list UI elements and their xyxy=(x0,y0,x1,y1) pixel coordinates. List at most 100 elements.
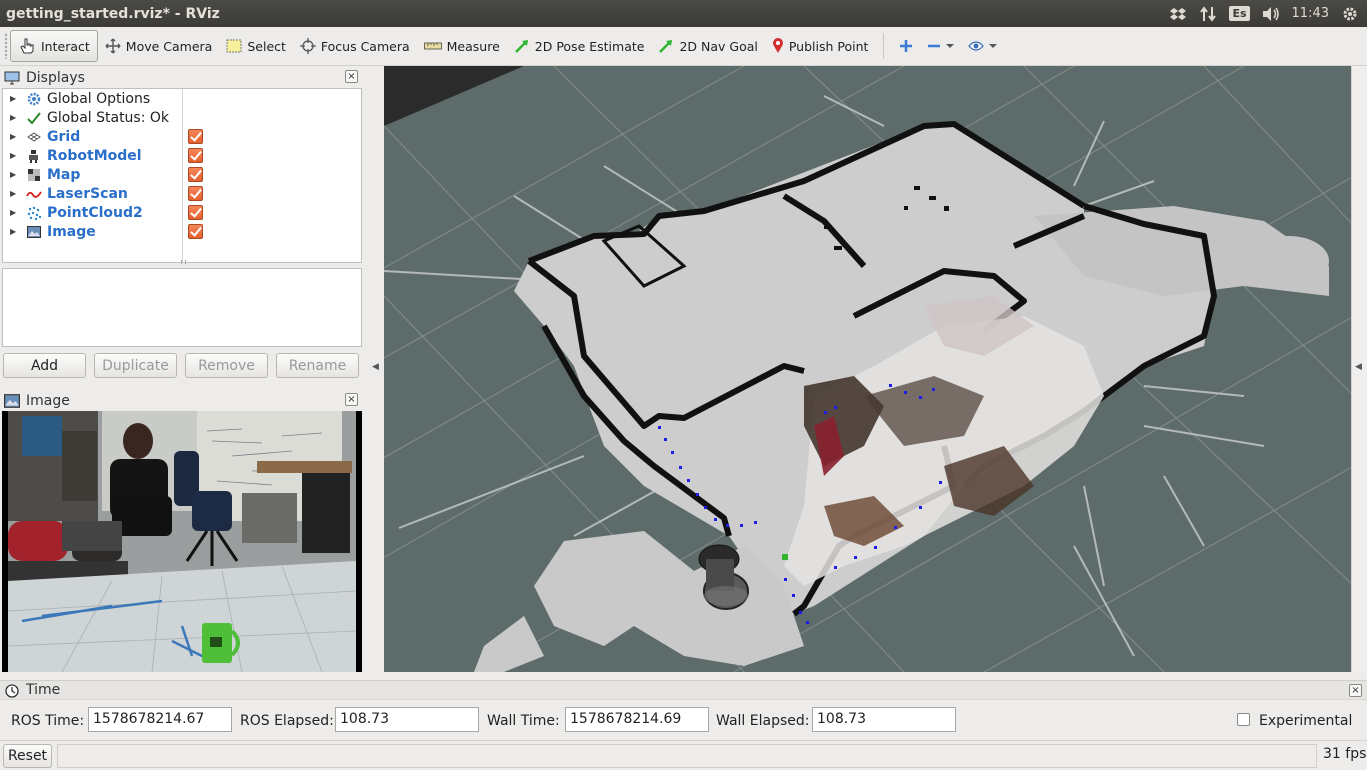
time-panel-title: Time xyxy=(26,682,61,698)
interact-tool-button[interactable]: Interact xyxy=(10,30,98,62)
wall-elapsed-field[interactable]: 108.73 xyxy=(812,707,956,732)
gear-icon xyxy=(26,92,42,106)
toolbar: Interact Move Camera Select Focus Camera… xyxy=(0,27,1367,66)
pose-estimate-tool-button[interactable]: 2D Pose Estimate xyxy=(507,30,652,62)
expand-arrow-icon[interactable]: ▶ xyxy=(10,94,18,103)
robot-icon xyxy=(26,149,42,163)
nav-goal-tool-button[interactable]: 2D Nav Goal xyxy=(651,30,764,62)
select-tool-button[interactable]: Select xyxy=(219,30,293,62)
splitter-handle[interactable] xyxy=(181,260,186,264)
pointcloud2-enabled-checkbox[interactable] xyxy=(188,205,203,220)
minus-icon xyxy=(928,44,941,48)
duplicate-display-button[interactable]: Duplicate xyxy=(94,353,177,378)
expand-arrow-icon[interactable]: ▶ xyxy=(10,170,18,179)
tree-item-image[interactable]: ▶ Image xyxy=(3,222,361,241)
expand-arrow-icon[interactable]: ▶ xyxy=(10,208,18,217)
ros-time-field[interactable]: 1578678214.67 xyxy=(88,707,232,732)
reset-button[interactable]: Reset xyxy=(3,744,52,768)
add-tool-button[interactable] xyxy=(892,30,920,62)
ros-elapsed-field[interactable]: 108.73 xyxy=(335,707,479,732)
select-tool-label: Select xyxy=(247,38,286,54)
image-panel-close-button[interactable]: × xyxy=(345,393,358,406)
monitor-icon xyxy=(4,71,20,84)
hand-pointer-icon xyxy=(20,38,34,54)
tree-item-robotmodel[interactable]: ▶ RobotModel xyxy=(3,146,361,165)
tree-item-label: Map xyxy=(47,166,81,183)
tree-item-laserscan[interactable]: ▶ LaserScan xyxy=(3,184,361,203)
system-tray: Es 11:43 xyxy=(1169,0,1359,27)
image-enabled-checkbox[interactable] xyxy=(188,224,203,239)
move-camera-tool-label: Move Camera xyxy=(125,38,213,54)
experimental-label: Experimental xyxy=(1259,713,1353,729)
fps-readout: 31 fps xyxy=(1323,746,1367,762)
tree-item-grid[interactable]: ▶ Grid xyxy=(3,127,361,146)
rename-display-button[interactable]: Rename xyxy=(276,353,359,378)
wall-time-field[interactable]: 1578678214.69 xyxy=(565,707,709,732)
tree-item-pointcloud2[interactable]: ▶ PointCloud2 xyxy=(3,203,361,222)
collapse-left-panel-arrow-icon[interactable]: ◀ xyxy=(372,362,379,372)
expand-arrow-icon[interactable]: ▶ xyxy=(10,113,18,122)
display-properties-area xyxy=(2,268,362,347)
tree-item-label: Global Status: Ok xyxy=(47,109,170,126)
camera-image-view xyxy=(2,411,362,672)
tree-item-label: LaserScan xyxy=(47,185,128,202)
volume-icon[interactable] xyxy=(1262,5,1280,23)
publish-point-tool-button[interactable]: Publish Point xyxy=(765,30,876,62)
tree-item-map[interactable]: ▶ Map xyxy=(3,165,361,184)
checkmark-icon xyxy=(26,111,42,125)
eye-icon xyxy=(968,41,985,51)
keyboard-layout-indicator[interactable]: Es xyxy=(1229,6,1250,21)
ros-elapsed-label: ROS Elapsed: xyxy=(240,713,334,729)
time-panel-close-button[interactable]: × xyxy=(1349,684,1362,697)
add-display-button[interactable]: Add xyxy=(3,353,86,378)
displays-close-button[interactable]: × xyxy=(345,70,358,83)
network-arrows-icon[interactable] xyxy=(1199,5,1217,23)
map-icon xyxy=(26,168,42,182)
window-title: getting_started.rviz* - RViz xyxy=(6,5,220,22)
experimental-checkbox[interactable] xyxy=(1237,713,1250,726)
remove-display-button[interactable]: Remove xyxy=(185,353,268,378)
ros-time-label: ROS Time: xyxy=(11,713,85,729)
expand-arrow-icon[interactable]: ▶ xyxy=(10,151,18,160)
robotmodel-enabled-checkbox[interactable] xyxy=(188,148,203,163)
green-arrow-icon xyxy=(514,40,528,53)
3d-viewport[interactable] xyxy=(384,66,1351,672)
grid-enabled-checkbox[interactable] xyxy=(188,129,203,144)
tree-item-global-options[interactable]: ▶ Global Options xyxy=(3,89,361,108)
toolbar-grip[interactable] xyxy=(4,33,8,59)
viewport-side-scroll[interactable]: ◀ xyxy=(1351,66,1367,672)
tree-item-label: PointCloud2 xyxy=(47,204,143,221)
tree-item-label: Global Options xyxy=(47,90,151,107)
crosshair-icon xyxy=(299,38,316,54)
tree-item-label: Image xyxy=(47,223,96,240)
remove-tool-button[interactable] xyxy=(920,30,961,62)
wall-elapsed-label: Wall Elapsed: xyxy=(716,713,810,729)
expand-arrow-icon[interactable]: ▶ xyxy=(10,227,18,236)
plus-icon xyxy=(900,40,913,52)
laserscan-enabled-checkbox[interactable] xyxy=(188,186,203,201)
collapse-right-panel-arrow-icon[interactable]: ◀ xyxy=(1355,362,1362,372)
clock[interactable]: 11:43 xyxy=(1292,6,1329,21)
map-enabled-checkbox[interactable] xyxy=(188,167,203,182)
image-panel-title: Image xyxy=(26,392,70,409)
settings-gear-icon[interactable] xyxy=(1341,5,1359,23)
measure-tool-button[interactable]: Measure xyxy=(417,30,507,62)
chevron-down-icon xyxy=(989,44,998,48)
focus-camera-tool-button[interactable]: Focus Camera xyxy=(293,30,417,62)
tree-item-label: RobotModel xyxy=(47,147,142,164)
move-camera-tool-button[interactable]: Move Camera xyxy=(98,30,220,62)
dropbox-icon[interactable] xyxy=(1169,5,1187,23)
expand-arrow-icon[interactable]: ▶ xyxy=(10,132,18,141)
camera-image xyxy=(2,411,362,672)
image-icon xyxy=(26,225,42,239)
status-bar: Reset 31 fps xyxy=(0,740,1367,770)
clock-icon xyxy=(5,684,19,698)
laser-icon xyxy=(26,187,42,201)
grid-icon xyxy=(26,130,42,144)
map-pin-icon xyxy=(772,38,783,53)
wall-time-label: Wall Time: xyxy=(487,713,560,729)
nav-goal-tool-label: 2D Nav Goal xyxy=(679,38,758,54)
expand-arrow-icon[interactable]: ▶ xyxy=(10,189,18,198)
tree-item-global-status[interactable]: ▶ Global Status: Ok xyxy=(3,108,361,127)
view-options-button[interactable] xyxy=(961,30,1004,62)
